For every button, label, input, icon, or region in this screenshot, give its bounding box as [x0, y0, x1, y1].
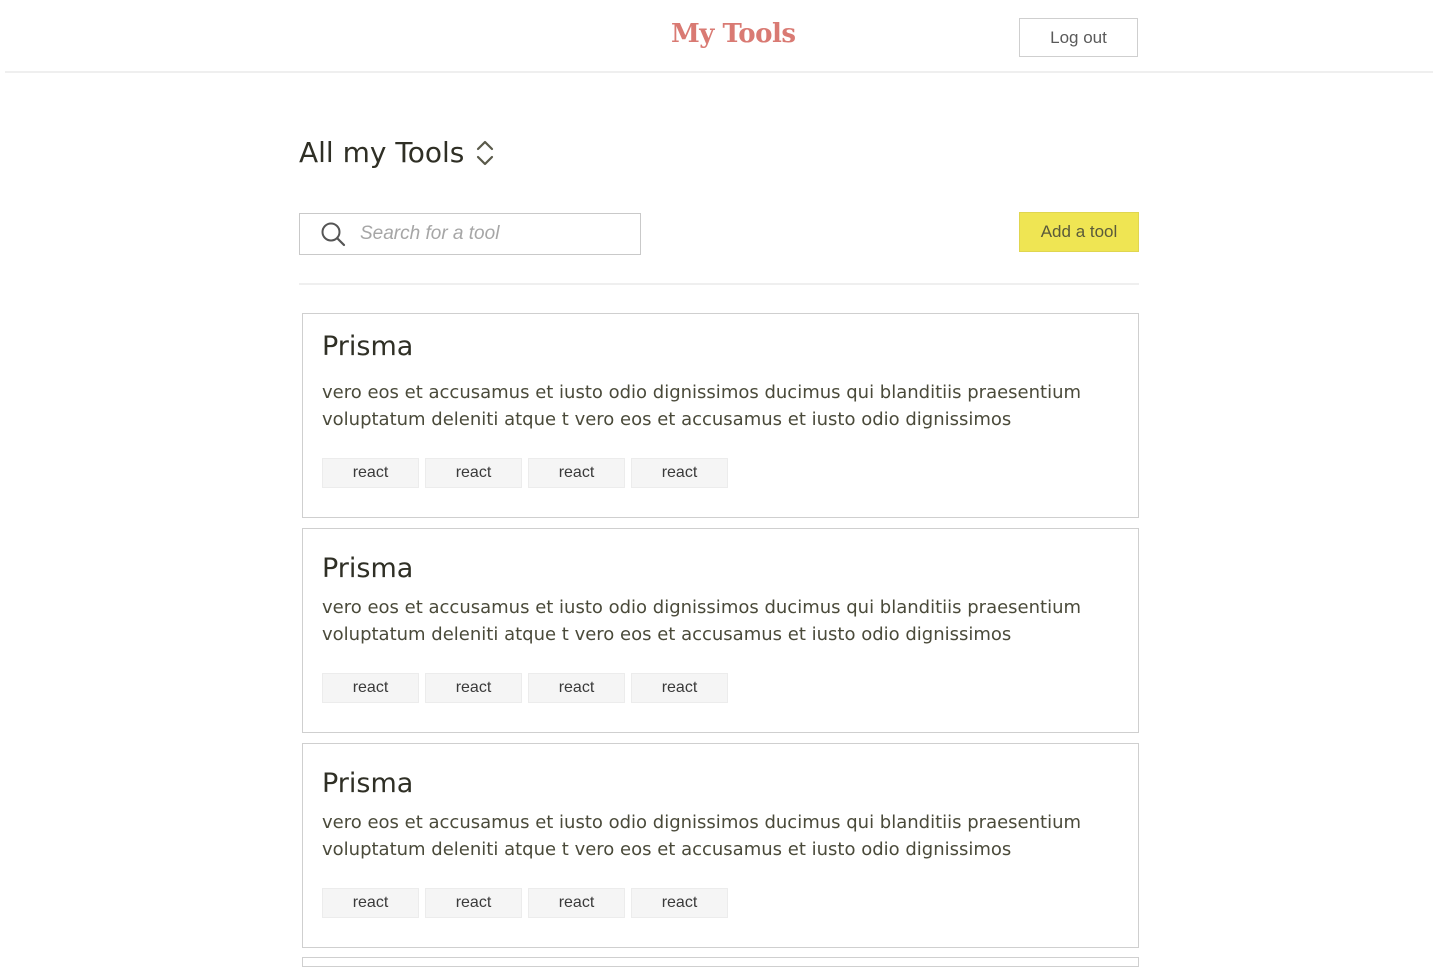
tag[interactable]: react — [322, 888, 419, 918]
tool-description: vero eos et accusamus et iusto odio dign… — [322, 812, 1082, 860]
tool-card[interactable]: Prisma vero eos et accusamus et iusto od… — [302, 313, 1139, 518]
tool-card-partial[interactable] — [302, 957, 1139, 967]
tag[interactable]: react — [425, 458, 522, 488]
divider — [299, 283, 1139, 285]
add-tool-button[interactable]: Add a tool — [1019, 212, 1139, 252]
tag[interactable]: react — [528, 458, 625, 488]
tag[interactable]: react — [631, 888, 728, 918]
tool-description: vero eos et accusamus et iusto odio dign… — [322, 382, 1082, 430]
tool-name[interactable]: Prisma — [322, 331, 413, 362]
sort-updown-icon[interactable] — [474, 137, 496, 169]
tag-list: react react react react — [322, 888, 728, 918]
tool-description: vero eos et accusamus et iusto odio dign… — [322, 597, 1082, 645]
tag-list: react react react react — [322, 458, 728, 488]
logout-button[interactable]: Log out — [1019, 18, 1138, 57]
tag[interactable]: react — [322, 673, 419, 703]
tool-name[interactable]: Prisma — [322, 553, 413, 584]
page-title: All my Tools — [299, 136, 496, 169]
tag[interactable]: react — [528, 673, 625, 703]
tag[interactable]: react — [528, 888, 625, 918]
tag[interactable]: react — [425, 673, 522, 703]
tag[interactable]: react — [425, 888, 522, 918]
tag-list: react react react react — [322, 673, 728, 703]
search-input[interactable] — [358, 222, 622, 246]
tag[interactable]: react — [631, 458, 728, 488]
search-box — [299, 213, 641, 255]
tool-card[interactable]: Prisma vero eos et accusamus et iusto od… — [302, 528, 1139, 733]
tag[interactable]: react — [631, 673, 728, 703]
search-icon — [320, 221, 346, 247]
tool-card[interactable]: Prisma vero eos et accusamus et iusto od… — [302, 743, 1139, 948]
brand-logo[interactable]: My Tools — [671, 19, 796, 49]
tool-name[interactable]: Prisma — [322, 768, 413, 799]
page-title-text: All my Tools — [299, 136, 465, 169]
tag[interactable]: react — [322, 458, 419, 488]
app-header: My Tools Log out — [5, 0, 1433, 73]
